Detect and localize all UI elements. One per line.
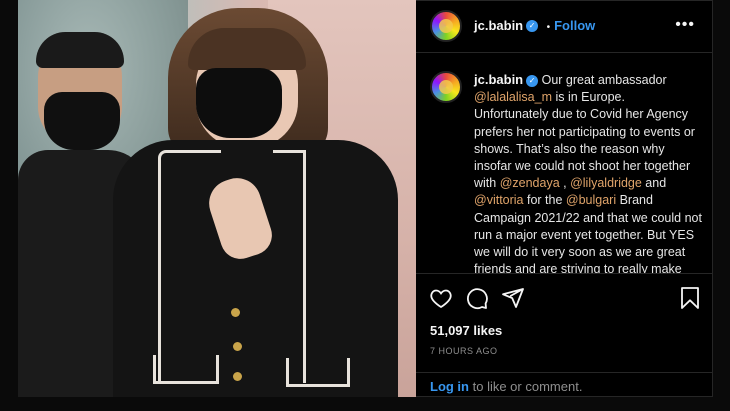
heart-icon[interactable] bbox=[429, 286, 453, 310]
caption-mention-link[interactable]: @zendaya bbox=[500, 176, 560, 190]
photo-jacket-button bbox=[233, 372, 242, 381]
caption-text: jc.babin ✓ Our great ambassador @lalalali… bbox=[474, 71, 702, 273]
header-separator: • bbox=[546, 22, 551, 33]
share-icon[interactable] bbox=[501, 286, 525, 310]
photo-pocket-left bbox=[153, 355, 219, 384]
follow-button[interactable]: Follow bbox=[554, 18, 595, 33]
caption-mention-link[interactable]: @lalalalisa_m bbox=[474, 90, 552, 104]
caption-text-segment: and bbox=[641, 176, 667, 191]
post-side-panel: jc.babin ✓ • Follow ••• jc.babin ✓ Our grea… bbox=[416, 0, 713, 397]
caption-text-segment: , bbox=[559, 176, 571, 191]
avatar[interactable] bbox=[430, 71, 462, 103]
photo-woman-mask bbox=[196, 68, 282, 138]
photo-jacket-trim-right bbox=[273, 150, 306, 383]
caption-mention-link[interactable]: @lilyaldridge bbox=[570, 176, 642, 190]
more-options-icon[interactable]: ••• bbox=[675, 16, 695, 34]
action-bar bbox=[416, 280, 713, 314]
verified-badge-icon: ✓ bbox=[526, 74, 539, 87]
post-photo[interactable] bbox=[18, 0, 416, 397]
caption-username[interactable]: jc.babin bbox=[474, 72, 523, 87]
login-prompt: Log in to like or comment. bbox=[430, 378, 582, 396]
bookmark-icon[interactable] bbox=[678, 286, 702, 310]
header-user-line: jc.babin ✓ • Follow bbox=[474, 17, 595, 35]
photo-jacket-button bbox=[231, 308, 240, 317]
photo-jacket-trim-left bbox=[158, 150, 221, 383]
avatar[interactable] bbox=[430, 10, 462, 42]
comment-bar: Log in to like or comment. bbox=[416, 372, 713, 398]
post-timestamp[interactable]: 7 HOURS AGO bbox=[430, 346, 498, 356]
photo-man-mask bbox=[44, 92, 120, 150]
likes-count[interactable]: 51,097 likes bbox=[430, 323, 502, 338]
comment-icon[interactable] bbox=[465, 286, 489, 310]
caption-mention-link[interactable]: @vittoria bbox=[474, 193, 524, 207]
photo-pocket-right bbox=[286, 358, 350, 387]
login-link[interactable]: Log in bbox=[430, 379, 469, 394]
post-header: jc.babin ✓ • Follow ••• bbox=[416, 0, 713, 53]
header-username[interactable]: jc.babin bbox=[474, 18, 523, 33]
caption-mention-link[interactable]: @bulgari bbox=[566, 193, 616, 207]
caption-text-segment: Our great ambassador bbox=[538, 73, 667, 87]
photo-jacket-button bbox=[233, 342, 242, 351]
caption-area: jc.babin ✓ Our great ambassador @lalalali… bbox=[416, 53, 713, 274]
photo-woman-bangs bbox=[188, 28, 306, 70]
caption-text-segment: for the bbox=[523, 193, 566, 208]
photo-man-hair bbox=[36, 32, 124, 68]
verified-badge-icon: ✓ bbox=[526, 19, 539, 32]
login-prompt-text: to like or comment. bbox=[469, 379, 583, 394]
caption-body: Our great ambassador @lalalalisa_m is in… bbox=[474, 73, 702, 273]
